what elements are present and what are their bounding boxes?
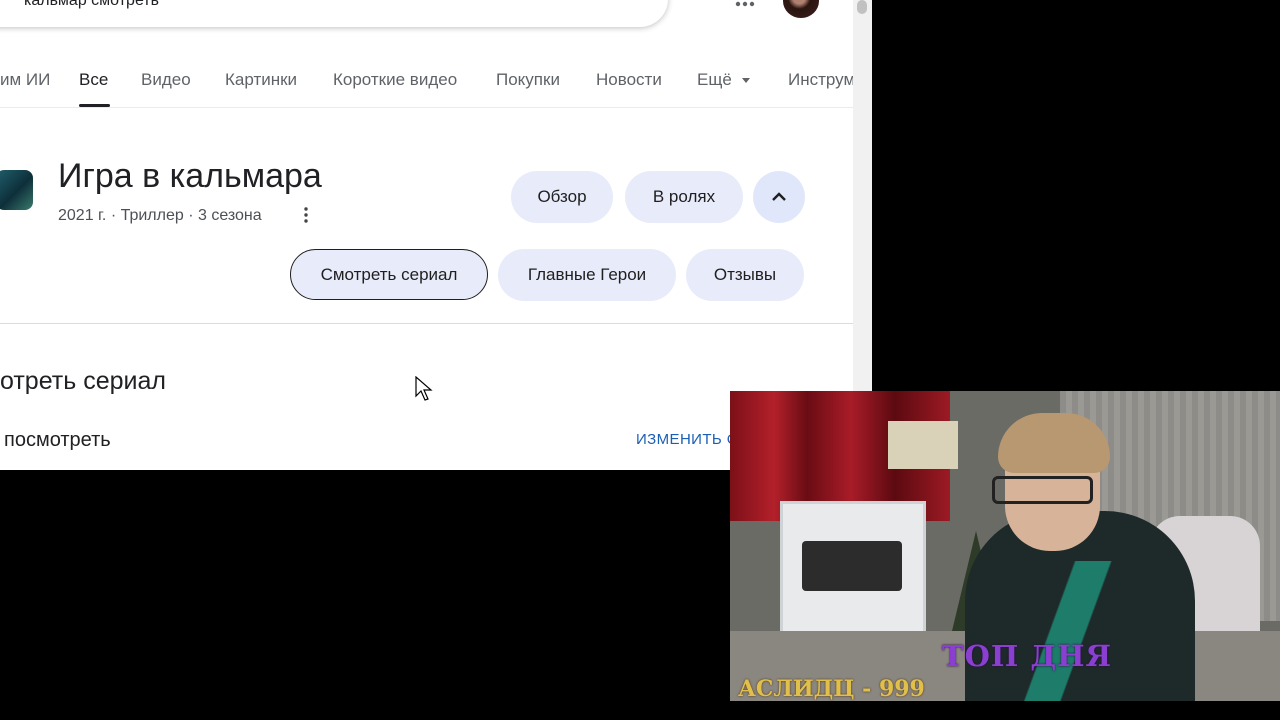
mouse-cursor-icon — [415, 376, 433, 401]
tab-more[interactable]: Ещё — [697, 70, 750, 90]
more-options-icon[interactable] — [300, 206, 312, 224]
tab-shopping[interactable]: Покупки — [496, 70, 560, 90]
webcam-overlay: ТОП ДНЯ АСЛИДЦ - 999 — [730, 391, 1280, 701]
chevron-up-icon — [772, 192, 786, 201]
chip-reviews[interactable]: Отзывы — [686, 249, 804, 301]
webcam-person-glasses — [992, 476, 1093, 504]
tab-tools[interactable]: Инструм — [788, 70, 855, 90]
collapse-button[interactable] — [753, 171, 805, 223]
entity-subtitle: 2021 г. · Триллер · 3 сезона — [58, 207, 262, 224]
webcam-person-hair — [998, 413, 1110, 473]
tabs-divider — [0, 107, 853, 108]
apps-icon[interactable] — [733, 0, 757, 16]
search-input[interactable]: кальмар смотреть — [24, 0, 159, 10]
tab-all[interactable]: Все — [79, 70, 108, 90]
tab-ai-mode[interactable]: им ИИ — [0, 70, 50, 90]
tab-video[interactable]: Видео — [141, 70, 191, 90]
chip-watch-series[interactable]: Смотреть сериал — [290, 249, 488, 300]
webcam-hoodie-stripe — [1020, 561, 1150, 701]
overlay-top-of-day: ТОП ДНЯ — [942, 639, 1113, 673]
search-box[interactable]: кальмар смотреть — [0, 0, 668, 27]
webcam-lamp — [888, 421, 958, 469]
search-tabs: им ИИ Все Видео Картинки Короткие видео … — [0, 60, 855, 107]
overlay-leader: АСЛИДЦ - 999 — [738, 676, 925, 701]
account-avatar[interactable] — [781, 0, 821, 20]
section-divider — [0, 323, 853, 324]
scrollbar-thumb[interactable] — [857, 0, 867, 14]
webcam-gpu — [802, 541, 902, 591]
where-to-watch-label: посмотреть — [4, 429, 111, 451]
chip-cast[interactable]: В ролях — [625, 171, 743, 223]
chevron-down-icon — [741, 78, 750, 84]
tab-more-label: Ещё — [697, 70, 732, 89]
tab-images[interactable]: Картинки — [225, 70, 297, 90]
tab-news[interactable]: Новости — [596, 70, 662, 90]
tab-shorts[interactable]: Короткие видео — [333, 70, 457, 90]
entity-thumbnail[interactable] — [0, 170, 33, 210]
entity-title: Игра в кальмара — [58, 157, 322, 195]
chip-main-characters[interactable]: Главные Герои — [498, 249, 676, 301]
watch-section-heading: отреть сериал — [0, 367, 166, 395]
chip-overview[interactable]: Обзор — [511, 171, 613, 223]
